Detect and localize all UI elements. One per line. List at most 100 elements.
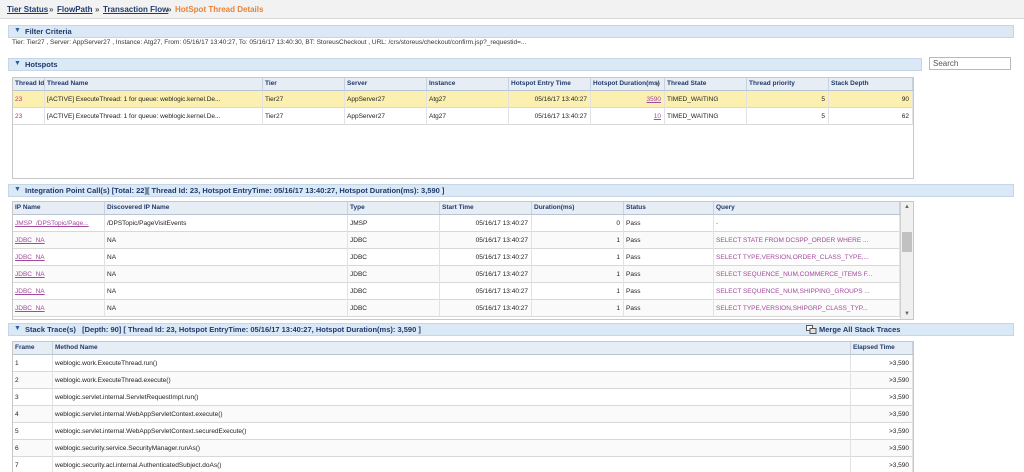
integration-row[interactable]: JDBC_NA NA JDBC 05/16/17 13:40:27 1 Pass SELEC…: [13, 300, 900, 317]
status-cell-wrap: Pass: [624, 232, 714, 249]
instance-cell: Atg27: [427, 108, 509, 125]
start-time-cell: 05/16/17 13:40:27: [475, 271, 528, 278]
col-discovered-ip-name[interactable]: Discovered IP Name: [105, 202, 348, 214]
integration-row[interactable]: JDBC_NA NA JDBC 05/16/17 13:40:27 1 Pass SELEC…: [13, 232, 900, 249]
integration-row[interactable]: JDBC_NA NA JDBC 05/16/17 13:40:27 1 Pass SELEC…: [13, 266, 900, 283]
col-elapsed-time[interactable]: Elapsed Time: [851, 342, 913, 354]
integration-row[interactable]: JMSP_/DPSTopic/Page... /DPSTopic/PageVisi…: [13, 215, 900, 232]
ip-name-link[interactable]: JDBC_NA: [15, 271, 45, 278]
status-cell-wrap: Pass: [624, 300, 714, 317]
discovered-ip-cell: NA: [107, 271, 117, 278]
integration-header[interactable]: ▼ Integration Point Call(s) [Total: 22][…: [8, 184, 1014, 197]
type-cell: JMSP: [350, 220, 368, 227]
ip-name-link[interactable]: JDBC_NA: [15, 254, 45, 261]
scrollbar-thumb[interactable]: [902, 232, 912, 252]
server-cell: AppServer27: [345, 108, 427, 125]
breadcrumb-flowpath[interactable]: FlowPath: [57, 5, 93, 14]
discovered-ip-cell-wrap: NA: [105, 266, 348, 283]
integration-scrollbar[interactable]: ▲ ▼: [900, 202, 913, 319]
stack-row[interactable]: 1 weblogic.work.ExecuteThread.run() >3,590: [13, 355, 913, 372]
collapse-triangle-icon[interactable]: ▼: [14, 27, 21, 34]
col-query[interactable]: Query: [714, 202, 900, 214]
col-status[interactable]: Status: [624, 202, 714, 214]
thread-name-cell: [ACTIVE] ExecuteThread: 1 for queue: web…: [45, 91, 263, 108]
col-thread-state[interactable]: Thread State: [665, 78, 747, 90]
breadcrumb-tier-status[interactable]: Tier Status: [7, 5, 48, 14]
breadcrumb-transaction-flow[interactable]: Transaction Flow: [103, 5, 168, 14]
elapsed-time-cell: >3,590: [851, 440, 913, 457]
duration-link[interactable]: 10: [654, 113, 661, 120]
search-input[interactable]: [929, 57, 1011, 70]
duration-cell: 1: [616, 305, 620, 312]
filter-criteria-header[interactable]: ▼ Filter Criteria: [8, 25, 1014, 38]
status-cell: Pass: [626, 305, 641, 312]
scroll-up-icon[interactable]: ▲: [901, 203, 913, 211]
col-instance[interactable]: Instance: [427, 78, 509, 90]
collapse-triangle-icon[interactable]: ▼: [14, 186, 21, 193]
col-method-name[interactable]: Method Name: [53, 342, 851, 354]
query-cell: SELECT TYPE,VERSION,SHIPGRP_CLASS_TYP...: [716, 305, 868, 312]
stack-row[interactable]: 6 weblogic.security.service.SecurityManag…: [13, 440, 913, 457]
collapse-triangle-icon[interactable]: ▼: [14, 60, 21, 67]
thread-state-cell: TIMED_WAITING: [665, 108, 747, 125]
duration-cell-wrap: 1: [532, 266, 624, 283]
breadcrumb-separator-icon: »: [167, 5, 172, 14]
stack-row[interactable]: 3 weblogic.servlet.internal.ServletReques…: [13, 389, 913, 406]
elapsed-time-cell: >3,590: [851, 457, 913, 472]
discovered-ip-cell: NA: [107, 254, 117, 261]
discovered-ip-cell-wrap: NA: [105, 283, 348, 300]
ip-name-link[interactable]: JMSP_/DPSTopic/Page...: [15, 220, 89, 227]
breadcrumb-separator-icon: »: [49, 5, 54, 14]
col-stack-depth[interactable]: Stack Depth: [829, 78, 913, 90]
col-thread-id[interactable]: Thread Id: [13, 78, 45, 90]
hotspots-header[interactable]: ▼ Hotspots: [8, 58, 922, 71]
start-time-cell-wrap: 05/16/17 13:40:27: [440, 300, 532, 317]
ip-name-link[interactable]: JDBC_NA: [15, 288, 45, 295]
col-tier[interactable]: Tier: [263, 78, 345, 90]
discovered-ip-cell-wrap: NA: [105, 232, 348, 249]
discovered-ip-cell: NA: [107, 237, 117, 244]
discovered-ip-cell-wrap: /DPSTopic/PageVisitEvents: [105, 215, 348, 232]
col-start-time[interactable]: Start Time: [440, 202, 532, 214]
scroll-down-icon[interactable]: ▼: [901, 310, 913, 318]
hotspot-row-selected[interactable]: 23 [ACTIVE] ExecuteThread: 1 for queue: …: [13, 91, 913, 108]
col-thread-priority[interactable]: Thread priority: [747, 78, 829, 90]
method-name-cell: weblogic.servlet.internal.WebAppServletC…: [53, 423, 851, 440]
breadcrumb: Tier Status » FlowPath » Transaction Flo…: [0, 0, 1024, 19]
duration-link[interactable]: 3590: [647, 96, 661, 103]
hotspot-row[interactable]: 23 [ACTIVE] ExecuteThread: 1 for queue: …: [13, 108, 913, 125]
ip-name-link[interactable]: JDBC_NA: [15, 237, 45, 244]
duration-cell-wrap: 1: [532, 232, 624, 249]
status-cell: Pass: [626, 237, 641, 244]
integration-row[interactable]: JDBC_NA NA JDBC 05/16/17 13:40:27 1 Pass SELEC…: [13, 283, 900, 300]
stack-row[interactable]: 5 weblogic.servlet.internal.WebAppServlet…: [13, 423, 913, 440]
col-frame[interactable]: Frame: [13, 342, 53, 354]
type-cell-wrap: JDBC: [348, 300, 440, 317]
col-ip-name[interactable]: IP Name: [13, 202, 105, 214]
elapsed-time-cell: >3,590: [851, 406, 913, 423]
collapse-triangle-icon[interactable]: ▼: [14, 325, 21, 332]
col-duration-ms[interactable]: Duration(ms): [532, 202, 624, 214]
sort-down-icon[interactable]: ▼: [654, 79, 660, 91]
stack-row[interactable]: 4 weblogic.servlet.internal.WebAppServlet…: [13, 406, 913, 423]
col-thread-name[interactable]: Thread Name: [45, 78, 263, 90]
stack-row[interactable]: 2 weblogic.work.ExecuteThread.execute() >3…: [13, 372, 913, 389]
query-cell-wrap: SELECT TYPE,VERSION,SHIPGRP_CLASS_TYP...: [714, 300, 900, 317]
entry-time-cell: 05/16/17 13:40:27: [509, 108, 591, 125]
ip-name-link[interactable]: JDBC_NA: [15, 305, 45, 312]
hotspots-title: Hotspots: [25, 60, 58, 69]
col-server[interactable]: Server: [345, 78, 427, 90]
integration-title: Integration Point Call(s) [Total: 22][ T…: [25, 186, 445, 195]
stack-row[interactable]: 7 weblogic.security.acl.internal.Authenti…: [13, 457, 913, 472]
frame-cell: 2: [13, 372, 53, 389]
col-entry-time[interactable]: Hotspot Entry Time: [509, 78, 591, 90]
integration-row[interactable]: JDBC_NA NA JDBC 05/16/17 13:40:27 1 Pass SELEC…: [13, 249, 900, 266]
status-cell-wrap: Pass: [624, 283, 714, 300]
query-cell: SELECT TYPE,VERSION,ORDER_CLASS_TYPE,...: [716, 254, 869, 261]
duration-cell: 1: [616, 288, 620, 295]
col-type[interactable]: Type: [348, 202, 440, 214]
filter-criteria-text: Tier: Tier27 , Server: AppServer27 , Ins…: [12, 39, 527, 46]
breadcrumb-separator-icon: »: [95, 5, 100, 14]
start-time-cell-wrap: 05/16/17 13:40:27: [440, 232, 532, 249]
instance-cell: Atg27: [427, 91, 509, 108]
